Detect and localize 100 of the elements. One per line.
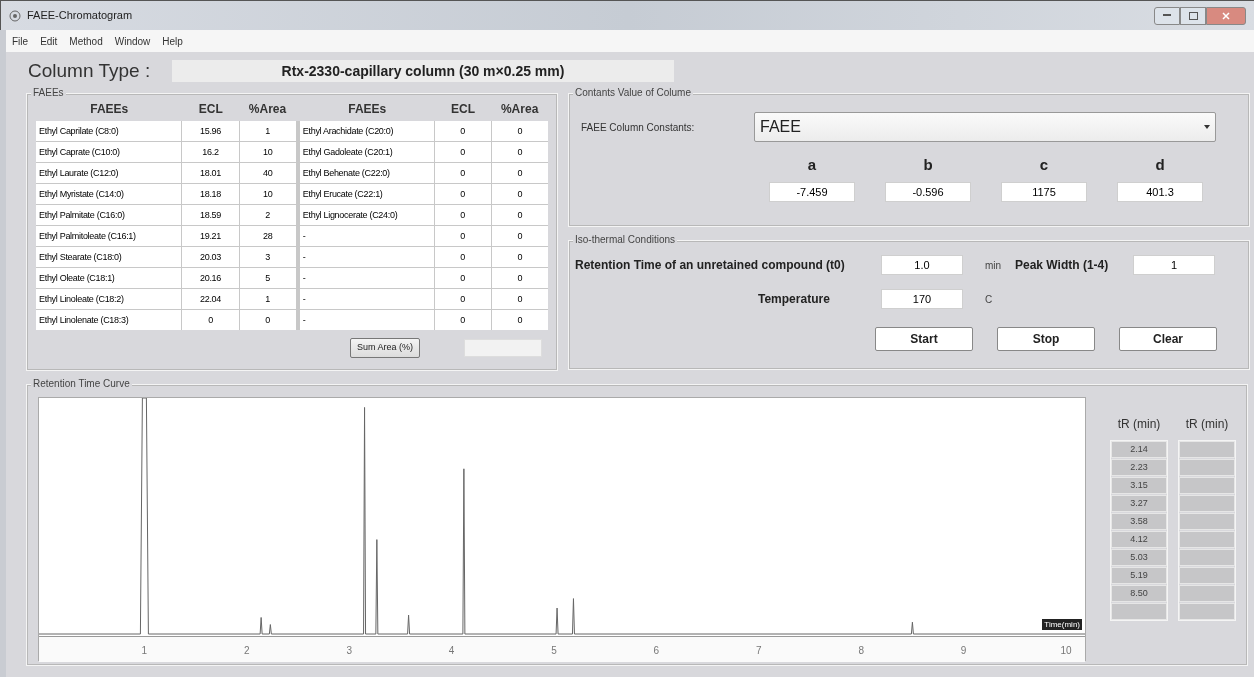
t0-label: Retention Time of an unretained compound (t0) — [575, 257, 846, 274]
table-cell: 1 — [239, 121, 296, 141]
input-field[interactable]: 1175 — [1001, 182, 1087, 202]
table-cell: 18.18 — [182, 184, 239, 204]
table-cell: 19.21 — [182, 226, 239, 246]
table-cell: 0 — [491, 163, 548, 183]
column-header: tR (min) — [1117, 416, 1161, 433]
x-axis-label: Time(min) — [1042, 619, 1082, 630]
menu-item[interactable]: File — [12, 33, 29, 49]
table-cell: Ethyl Oleate (C18:1) — [36, 268, 182, 288]
table-cell: Ethyl Stearate (C18:0) — [36, 247, 182, 267]
column-header: %Area — [499, 101, 540, 118]
retention-time-cell — [1179, 477, 1235, 494]
table-cell: 0 — [491, 121, 548, 141]
table-cell: 15.96 — [182, 121, 239, 141]
temperature-label: Temperature — [757, 291, 831, 308]
retention-time-cell — [1179, 459, 1235, 476]
table-cell: 0 — [434, 184, 491, 204]
maximize-icon — [1188, 11, 1198, 20]
table-cell: 0 — [491, 226, 548, 246]
column-header: tR (min) — [1185, 416, 1229, 433]
table-cell: Ethyl Myristate (C14:0) — [36, 184, 182, 204]
table-cell: 10 — [239, 142, 296, 162]
menu-item[interactable]: Window — [114, 33, 151, 49]
table-cell: 0 — [434, 247, 491, 267]
table-cell: 0 — [434, 142, 491, 162]
table-cell: Ethyl Palmitoleate (C16:1) — [36, 226, 182, 246]
table-cell: 40 — [239, 163, 296, 183]
table-cell: 0 — [182, 310, 239, 330]
input-field[interactable]: 1 — [1133, 255, 1215, 275]
table-cell: Ethyl Behenate (C22:0) — [299, 163, 434, 183]
x-tick-label: 6 — [653, 644, 660, 658]
retention-time-cell: 8.50 — [1111, 585, 1167, 602]
input-field[interactable]: 1.0 — [881, 255, 963, 275]
app-icon — [9, 9, 21, 22]
close-button[interactable] — [1206, 6, 1246, 25]
x-tick-label: 3 — [346, 644, 352, 658]
retention-time-cell — [1111, 603, 1167, 620]
retention-time-cell — [1179, 549, 1235, 566]
x-tick-label: 2 — [244, 644, 250, 658]
table-cell: - — [299, 310, 434, 330]
table-cell: 0 — [491, 184, 548, 204]
peak-width-label: Peak Width (1-4) — [1015, 257, 1110, 274]
table-cell: 3 — [239, 247, 296, 267]
minimize-button[interactable] — [1154, 6, 1180, 25]
x-tick-label: 4 — [448, 644, 455, 658]
menu-item[interactable]: Method — [69, 33, 103, 49]
constant-label: b — [923, 155, 933, 174]
sum-area-field[interactable] — [464, 339, 542, 357]
retention-time-cell — [1179, 531, 1235, 548]
table-cell: 0 — [491, 289, 548, 309]
action-button[interactable]: Clear — [1119, 327, 1217, 351]
table-cell: 0 — [239, 310, 296, 330]
table-cell: Ethyl Laurate (C12:0) — [36, 163, 182, 183]
retention-time-cell — [1179, 441, 1235, 458]
table-cell: 0 — [434, 310, 491, 330]
constants-dropdown[interactable]: FAEE — [754, 112, 1216, 142]
table-cell: 0 — [491, 247, 548, 267]
table-cell: 0 — [491, 205, 548, 225]
table-cell: Ethyl Linoleate (C18:2) — [36, 289, 182, 309]
sum-area-button[interactable]: Sum Area (%) — [350, 338, 420, 358]
input-field[interactable]: -7.459 — [769, 182, 855, 202]
table-cell: - — [299, 268, 434, 288]
table-cell: 18.59 — [182, 205, 239, 225]
input-field[interactable]: 170 — [881, 289, 963, 309]
dropdown-arrow-icon — [1204, 125, 1210, 129]
column-type-label: Column Type : — [28, 58, 152, 83]
menu-item[interactable]: Edit — [40, 33, 58, 49]
retention-time-cell: 5.03 — [1111, 549, 1167, 566]
table-cell: Ethyl Caprate (C10:0) — [36, 142, 182, 162]
x-tick-label: 5 — [551, 644, 557, 658]
table-cell: 20.03 — [182, 247, 239, 267]
input-field[interactable]: 401.3 — [1117, 182, 1203, 202]
retention-time-cell — [1179, 513, 1235, 530]
table-cell: 1 — [239, 289, 296, 309]
table-cell: 5 — [239, 268, 296, 288]
x-tick-label: 10 — [1060, 644, 1072, 658]
close-icon — [1222, 11, 1230, 20]
combo-label: FAEE Column Constants: — [581, 120, 696, 135]
table-cell: Ethyl Caprilate (C8:0) — [36, 121, 182, 141]
unit-label: min — [985, 258, 1003, 273]
retention-time-cell: 3.27 — [1111, 495, 1167, 512]
constant-label: d — [1155, 155, 1165, 174]
retention-time-cell — [1179, 585, 1235, 602]
table-cell: Ethyl Arachidate (C20:0) — [299, 121, 434, 141]
table-cell: 0 — [434, 163, 491, 183]
table-cell: Ethyl Lignocerate (C24:0) — [299, 205, 434, 225]
maximize-button[interactable] — [1180, 6, 1206, 25]
table-cell: 28 — [239, 226, 296, 246]
menu-item[interactable]: Help — [162, 33, 183, 49]
retention-time-cell: 3.58 — [1111, 513, 1167, 530]
retention-time-cell: 5.19 — [1111, 567, 1167, 584]
column-type-field[interactable]: Rtx-2330-capillary column (30 m×0.25 mm) — [172, 60, 674, 82]
x-tick-label: 1 — [141, 644, 148, 658]
retention-time-cell — [1179, 567, 1235, 584]
action-button[interactable]: Stop — [997, 327, 1095, 351]
action-button[interactable]: Start — [875, 327, 973, 351]
input-field[interactable]: -0.596 — [885, 182, 971, 202]
table-cell: 0 — [491, 142, 548, 162]
table-cell: 0 — [434, 226, 491, 246]
